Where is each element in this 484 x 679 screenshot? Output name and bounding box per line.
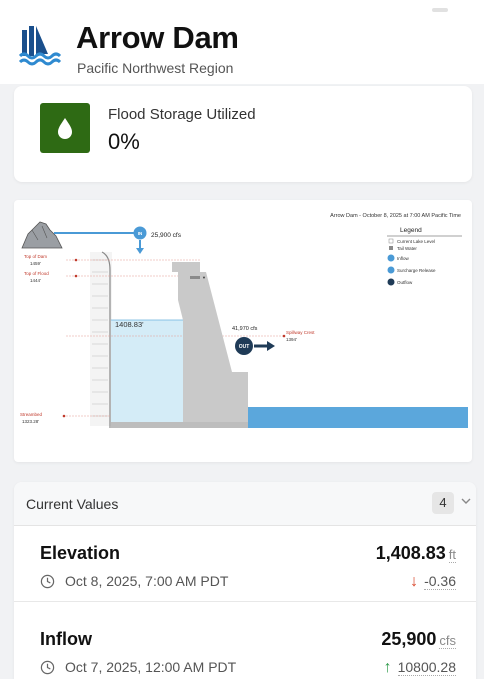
top-of-dam-value: 1459' <box>30 261 41 266</box>
metric-timestamp: Oct 8, 2025, 7:00 AM PDT <box>40 573 228 589</box>
diagram-caption: Arrow Dam - October 8, 2025 at 7:00 AM P… <box>330 213 461 219</box>
inflow-value: 25,900 cfs <box>151 232 182 239</box>
water-drop-icon <box>40 103 90 153</box>
page-title: Arrow Dam <box>76 20 239 55</box>
delta-value: 10800.28 <box>397 659 456 676</box>
current-values-title: Current Values <box>26 496 119 512</box>
metric-value: 1,408.83 ft <box>376 543 456 564</box>
spillway-label: Spillway Crest <box>286 330 315 335</box>
arrow-down-icon: ↓ <box>410 573 419 590</box>
legend-item-inflow: Inflow <box>397 256 410 261</box>
diagram-legend: Legend Current Lake Level Tail Water Inf… <box>387 227 462 286</box>
legend-title: Legend <box>400 227 422 234</box>
page-header: Arrow Dam Pacific Northwest Region <box>0 0 484 84</box>
metric-unit: ft <box>448 547 456 563</box>
metric-delta: ↑ 10800.28 <box>384 659 456 677</box>
dam-diagram: Arrow Dam - October 8, 2025 at 7:00 AM P… <box>20 213 468 428</box>
flood-storage-value: 0% <box>108 129 140 154</box>
top-of-dam-label: Top of Dam <box>24 254 47 259</box>
legend-item-tail-water: Tail Water <box>397 246 417 251</box>
current-values-header[interactable]: Current Values 4 <box>14 482 476 526</box>
dam-icon <box>18 26 62 66</box>
metric-name: Elevation <box>40 543 121 563</box>
streambed-value: 1323.28' <box>22 419 39 424</box>
timestamp-text: Oct 7, 2025, 12:00 AM PDT <box>65 659 237 675</box>
values-count-badge: 4 <box>432 492 454 514</box>
svg-text:▼: ▼ <box>202 275 206 280</box>
streambed-label: Streambed <box>20 412 43 417</box>
current-level-label: 1408.83' <box>115 320 144 329</box>
metric-number: 1,408.83 <box>375 543 446 563</box>
menu-handle-icon[interactable] <box>432 8 448 12</box>
legend-item-surcharge: Surcharge Release <box>397 268 436 273</box>
mountain-icon <box>21 221 63 249</box>
value-row-elevation[interactable]: Elevation 1,408.83 ft Oct 8, 2025, 7:00 A… <box>14 528 476 602</box>
metric-number: 25,900 <box>381 629 437 649</box>
spillway-value: 1394' <box>286 337 297 342</box>
page-subtitle: Pacific Northwest Region <box>77 60 234 76</box>
inflow-badge-label: IN <box>138 231 143 236</box>
flood-storage-card: Flood Storage Utilized 0% <box>14 86 472 182</box>
clock-icon <box>40 574 55 589</box>
timestamp-text: Oct 8, 2025, 7:00 AM PDT <box>65 573 229 589</box>
current-values-panel: Current Values 4 Elevation 1,408.83 ft Oc… <box>14 482 476 679</box>
top-of-flood-value: 1444' <box>30 278 41 283</box>
legend-item-lake-level: Current Lake Level <box>397 239 435 244</box>
metric-timestamp: Oct 7, 2025, 12:00 AM PDT <box>40 659 236 675</box>
clock-icon <box>40 660 55 675</box>
outflow-value: 41,970 cfs <box>232 326 258 332</box>
chevron-down-icon[interactable] <box>460 495 472 507</box>
metric-delta: ↓ -0.36 <box>410 573 456 591</box>
outflow-badge-label: OUT <box>239 344 250 350</box>
tail-water <box>248 407 468 428</box>
flood-storage-label: Flood Storage Utilized <box>108 106 256 123</box>
delta-value: -0.36 <box>424 573 456 590</box>
metric-unit: cfs <box>439 633 456 649</box>
top-of-flood-label: Top of Flood <box>24 271 49 276</box>
dam-diagram-card: Arrow Dam - October 8, 2025 at 7:00 AM P… <box>14 200 472 462</box>
metric-value: 25,900 cfs <box>381 629 456 650</box>
value-row-inflow[interactable]: Inflow 25,900 cfs Oct 7, 2025, 12:00 AM P… <box>14 614 476 679</box>
metric-name: Inflow <box>40 629 92 649</box>
arrow-up-icon: ↑ <box>383 659 392 676</box>
legend-item-outflow: Outflow <box>397 280 413 285</box>
